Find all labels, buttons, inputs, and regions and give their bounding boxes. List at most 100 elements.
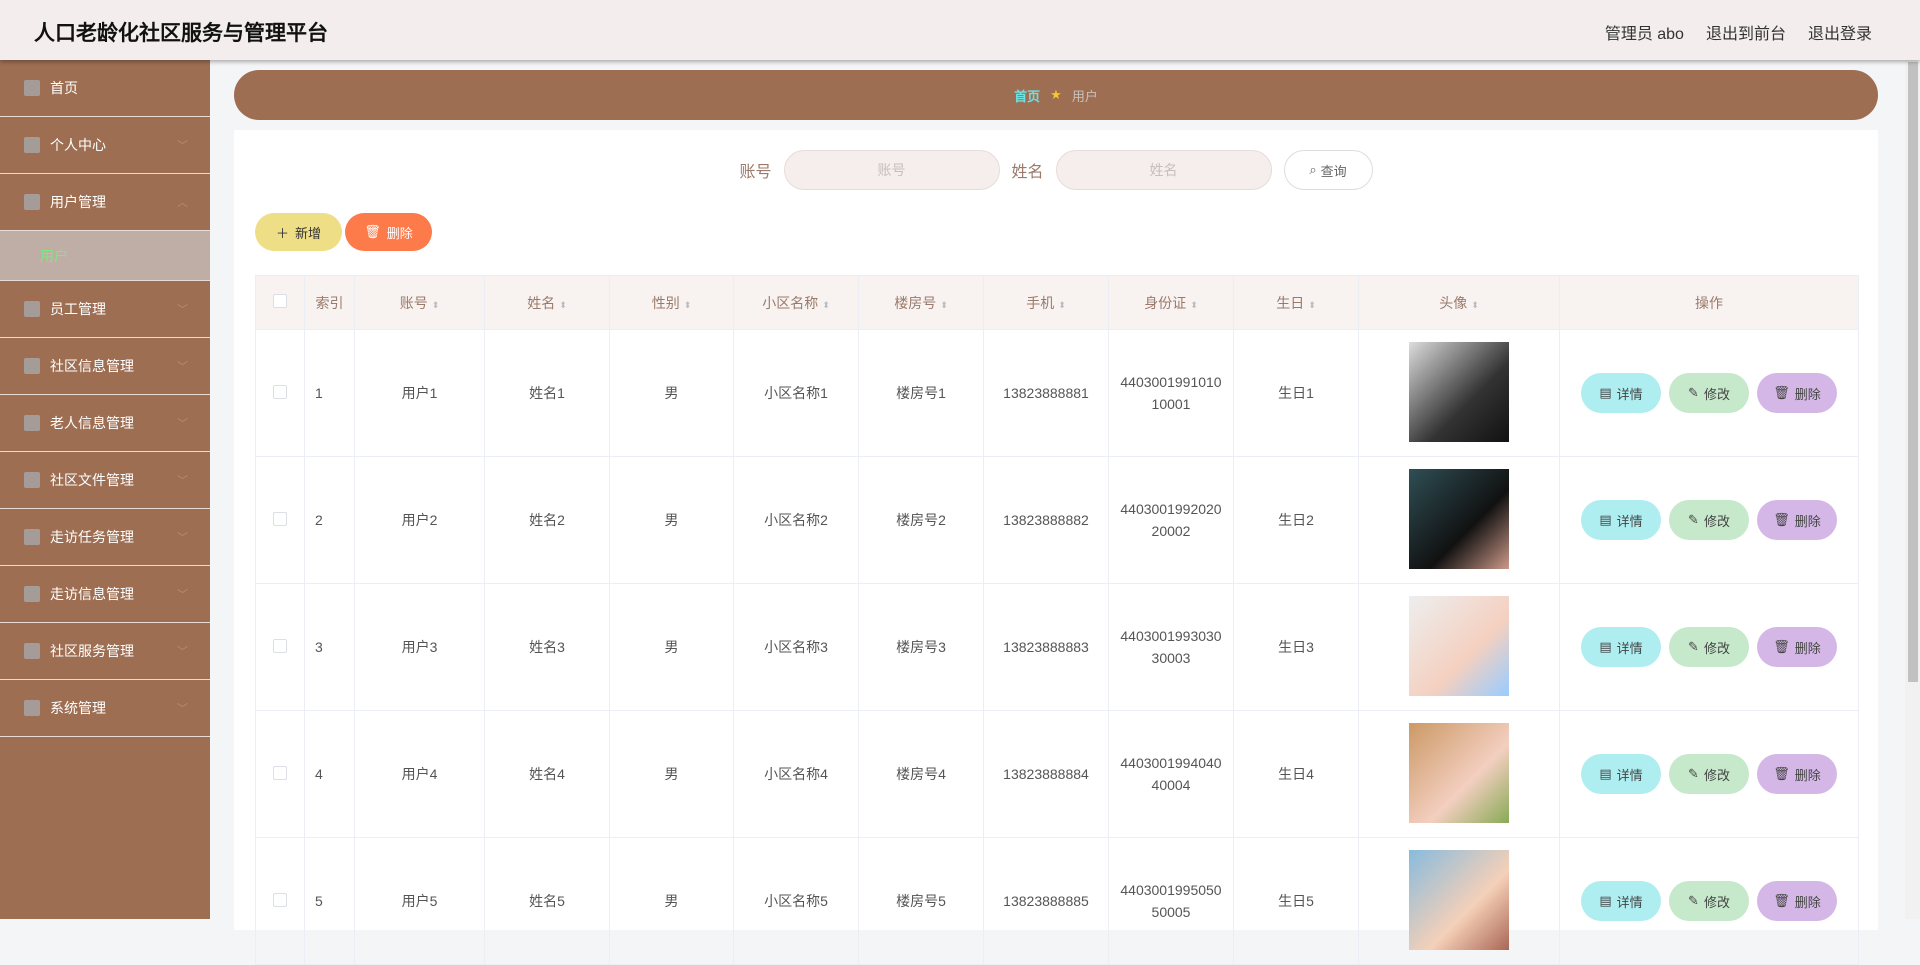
table-row: 4 用户4 姓名4 男小区名称4 楼房号4 13823888884 440300199404… <box>255 710 1859 838</box>
breadcrumb: 首页 ★ 用户 <box>234 70 1878 120</box>
app-title: 人口老龄化社区服务与管理平台 <box>34 22 328 45</box>
column-header[interactable]: 头像 ⬍ <box>1358 275 1560 330</box>
sidebar-item-label: 老人信息管理 <box>50 415 134 431</box>
column-header[interactable]: 手机 ⬍ <box>983 275 1109 330</box>
breadcrumb-home[interactable]: 首页 <box>1014 86 1040 105</box>
column-header[interactable]: 性别 ⬍ <box>609 275 734 330</box>
send-icon <box>24 301 40 317</box>
chevron-up-icon: ︿ <box>177 197 188 209</box>
edit-button[interactable]: ✎ 修改 <box>1669 500 1749 540</box>
column-header[interactable]: 姓名 ⬍ <box>484 275 610 330</box>
delete-button[interactable]: 🗑 删除 <box>1757 500 1837 540</box>
query-button[interactable]: ⌕ 查询 <box>1283 150 1373 190</box>
cell-building: 楼房号1 <box>858 329 984 457</box>
sidebar-item-3[interactable]: 员工管理 ﹀ <box>0 281 210 338</box>
cell-account: 用户5 <box>354 837 485 965</box>
sidebar-item-2[interactable]: 用户管理 ︿ <box>0 174 210 231</box>
cell-building: 楼房号3 <box>858 583 984 711</box>
column-header[interactable]: 生日 ⬍ <box>1233 275 1359 330</box>
row-checkbox[interactable] <box>255 583 305 711</box>
delete-button[interactable]: 🗑 删除 <box>1757 627 1837 667</box>
sidebar-item-label: 个人中心 <box>50 137 106 153</box>
sidebar-item-6[interactable]: 社区文件管理 ﹀ <box>0 452 210 509</box>
delete-button[interactable]: 🗑 删除 <box>1757 373 1837 413</box>
sort-icon[interactable]: ⬍ <box>1471 300 1479 310</box>
current-user: 管理员 abo <box>1604 26 1684 43</box>
edit-button[interactable]: ✎ 修改 <box>1669 627 1749 667</box>
cell-index: 5 <box>304 837 355 965</box>
sort-icon[interactable]: ⬍ <box>684 300 692 310</box>
sort-icon[interactable]: ⬍ <box>1058 300 1066 310</box>
cell-gender: 男 <box>609 329 734 457</box>
cell-community: 小区名称5 <box>733 837 859 965</box>
sidebar-item-10[interactable]: 系统管理 ﹀ <box>0 680 210 737</box>
sidebar-item-1[interactable]: 个人中心 ﹀ <box>0 117 210 174</box>
cell-gender: 男 <box>609 837 734 965</box>
cell-phone: 13823888885 <box>983 837 1109 965</box>
detail-button[interactable]: ▤ 详情 <box>1581 500 1661 540</box>
document-icon: ▤ <box>1599 385 1612 400</box>
edit-button[interactable]: ✎ 修改 <box>1669 373 1749 413</box>
trash-icon: 🗑 <box>1773 766 1790 781</box>
cell-id-card: 440300199404040004 <box>1108 710 1234 838</box>
row-checkbox[interactable] <box>255 710 305 838</box>
column-header: 索引 <box>304 275 355 330</box>
column-header[interactable]: 小区名称 ⬍ <box>733 275 859 330</box>
exit-to-front-link[interactable]: 退出到前台 <box>1706 20 1786 44</box>
cell-name: 姓名5 <box>484 837 610 965</box>
cell-community: 小区名称4 <box>733 710 859 838</box>
column-header[interactable]: 身份证 ⬍ <box>1108 275 1234 330</box>
sidebar-item-label: 社区信息管理 <box>50 358 134 374</box>
cell-birthday: 生日2 <box>1233 456 1359 584</box>
detail-button[interactable]: ▤ 详情 <box>1581 373 1661 413</box>
sort-icon[interactable]: ⬍ <box>559 300 567 310</box>
sort-icon[interactable]: ⬍ <box>1308 300 1316 310</box>
sidebar-item-9[interactable]: 社区服务管理 ﹀ <box>0 623 210 680</box>
column-header[interactable]: 账号 ⬍ <box>354 275 485 330</box>
scrollbar-thumb[interactable] <box>1908 62 1918 682</box>
sort-icon[interactable]: ⬍ <box>940 300 948 310</box>
row-checkbox[interactable] <box>255 837 305 965</box>
cell-name: 姓名4 <box>484 710 610 838</box>
sort-icon[interactable]: ⬍ <box>822 300 830 310</box>
logout-link[interactable]: 退出登录 <box>1808 20 1872 44</box>
trash-icon: 🗑 <box>1773 639 1790 654</box>
cell-id-card: 440300199202020002 <box>1108 456 1234 584</box>
delete-button[interactable]: 🗑 删除 <box>1757 881 1837 921</box>
row-checkbox[interactable] <box>255 456 305 584</box>
full-screen-icon <box>24 415 40 431</box>
avatar-image <box>1409 722 1509 823</box>
select-all-checkbox[interactable] <box>255 275 305 330</box>
sidebar-item-4[interactable]: 社区信息管理 ﹀ <box>0 338 210 395</box>
delete-button[interactable]: 🗑 删除 <box>1757 754 1837 794</box>
edit-button[interactable]: ✎ 修改 <box>1669 881 1749 921</box>
sidebar-item-5[interactable]: 老人信息管理 ﹀ <box>0 395 210 452</box>
chevron-down-icon: ﹀ <box>177 304 188 316</box>
name-input[interactable]: 姓名 <box>1055 150 1272 190</box>
row-checkbox[interactable] <box>255 329 305 457</box>
sidebar-subitem-user[interactable]: 用户 <box>0 231 210 281</box>
detail-button[interactable]: ▤ 详情 <box>1581 754 1661 794</box>
search-bar: 账号 账号 姓名 姓名 ⌕ 查询 <box>234 150 1878 190</box>
sort-icon[interactable]: ⬍ <box>1190 300 1198 310</box>
avatar-image <box>1409 595 1509 696</box>
sort-icon[interactable]: ⬍ <box>432 300 440 310</box>
sidebar-item-8[interactable]: 走访信息管理 ﹀ <box>0 566 210 623</box>
sidebar-item-0[interactable]: 首页 <box>0 60 210 117</box>
cell-birthday: 生日5 <box>1233 837 1359 965</box>
account-input[interactable]: 账号 <box>783 150 1000 190</box>
message-icon <box>24 700 40 716</box>
cell-name: 姓名3 <box>484 583 610 711</box>
column-header[interactable]: 楼房号 ⬍ <box>858 275 984 330</box>
detail-button[interactable]: ▤ 详情 <box>1581 627 1661 667</box>
detail-button[interactable]: ▤ 详情 <box>1581 881 1661 921</box>
page-scrollbar[interactable] <box>1905 60 1920 919</box>
sidebar-item-7[interactable]: 走访任务管理 ﹀ <box>0 509 210 566</box>
account-label: 账号 <box>739 164 772 181</box>
postcard-icon <box>24 529 40 545</box>
home-icon <box>24 80 40 96</box>
cell-name: 姓名1 <box>484 329 610 457</box>
add-button[interactable]: ＋ 新增 <box>255 213 342 251</box>
edit-button[interactable]: ✎ 修改 <box>1669 754 1749 794</box>
batch-delete-button[interactable]: 🗑 删除 <box>345 213 432 251</box>
